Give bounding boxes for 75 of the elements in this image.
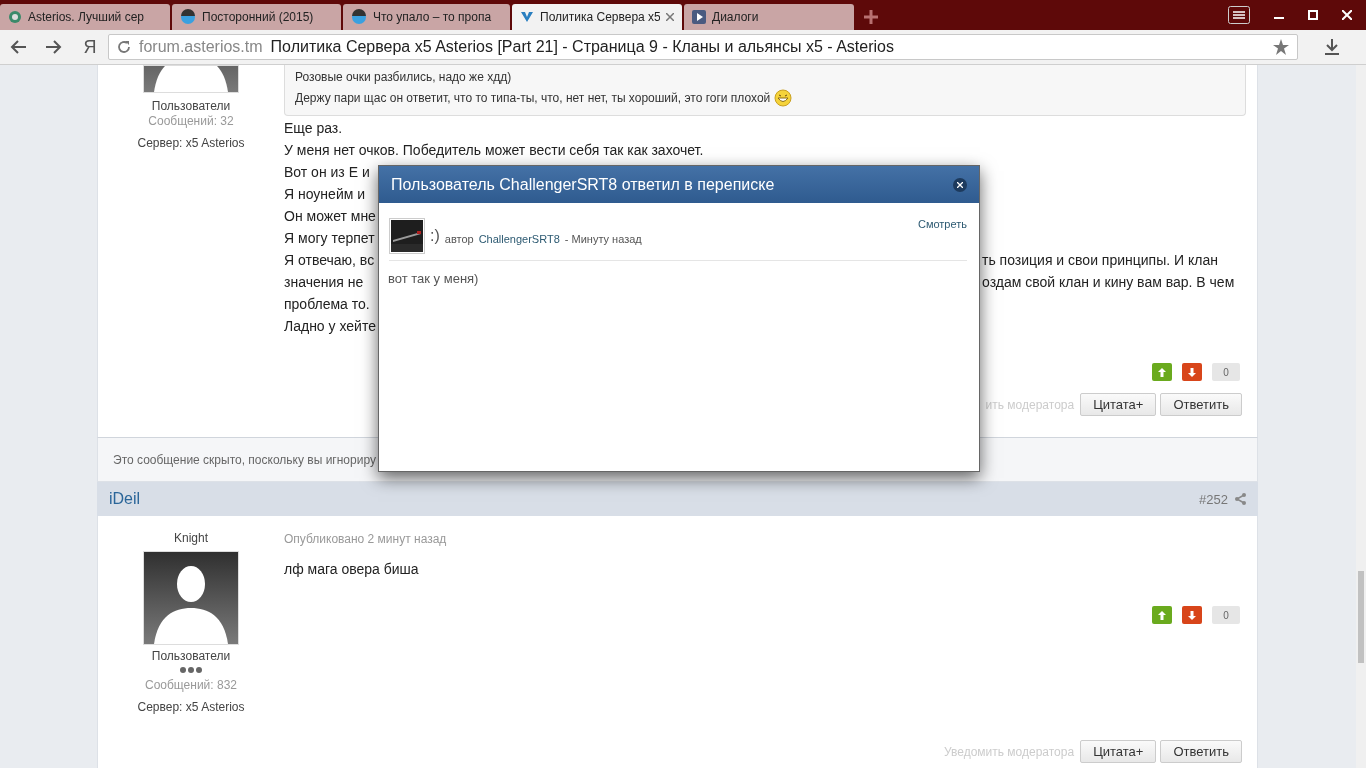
server-label: Сервер: x5 Asterios [137, 700, 245, 715]
download-icon [1323, 38, 1341, 56]
play-icon [692, 10, 706, 24]
forward-icon [46, 40, 62, 54]
post-text: Он может мне [284, 207, 376, 226]
scrollbar[interactable] [1356, 65, 1366, 768]
back-icon [10, 40, 26, 54]
browser-tab[interactable]: Диалоги [684, 4, 854, 30]
arrow-down-icon [1188, 610, 1196, 620]
reload-icon[interactable] [117, 40, 131, 54]
new-tab-icon[interactable] [864, 10, 878, 24]
user-group: Пользователи [151, 99, 231, 113]
reputation-count: 0 [1212, 363, 1240, 381]
star-icon[interactable] [1273, 39, 1289, 55]
post-text: оздам свой клан и кину вам вар. В чем [982, 273, 1235, 292]
reply-button[interactable]: Ответить [1160, 393, 1242, 416]
server-label: Сервер: x5 Asterios [137, 136, 245, 150]
reputation-count: 0 [1212, 606, 1240, 625]
rank-dots-icon [179, 666, 203, 675]
vote-down-button[interactable] [1182, 606, 1202, 625]
reply-button[interactable]: Ответить [1160, 740, 1242, 764]
browser-tab[interactable]: Посторонний (2015) [172, 4, 341, 30]
url-page-title: Политика Сервера x5 Asterios [Part 21] - Страница 9 - Кланы и альянсы x5 - Asterios [270, 38, 895, 56]
post-text: проблема то. [284, 295, 370, 314]
message-title: :) [430, 227, 440, 245]
maximize-icon[interactable] [1308, 10, 1318, 20]
view-link[interactable]: Смотреть [917, 218, 967, 230]
author-label: автор [444, 233, 474, 245]
post-count: Сообщений: 832 [145, 678, 237, 693]
laughing-smiley-icon [774, 89, 793, 107]
message-time: - Минуту назад [564, 233, 642, 245]
face-icon [351, 9, 367, 25]
face-icon [180, 9, 196, 25]
browser-tab[interactable]: Что упало – то пропа [343, 4, 510, 30]
post-text: Я ноунейм и [284, 185, 366, 204]
arrow-up-icon [1158, 610, 1166, 620]
user-group: Пользователи [151, 649, 231, 664]
author-link[interactable]: iDeil [109, 490, 141, 509]
vote-down-button[interactable] [1182, 363, 1202, 381]
post-text: Вот он из Е и [284, 163, 370, 182]
close-button[interactable] [953, 177, 967, 192]
dialog-title: Пользователь ChallengerSRT8 ответил в переписке [391, 175, 775, 194]
browser-tab[interactable]: Asterios. Лучший сер [0, 4, 170, 30]
post-text: ть позиция и свои принципы. И клан [982, 251, 1218, 270]
post-count: Сообщений: 32 [148, 114, 234, 128]
post-date: Опубликовано 2 минут назад [284, 532, 448, 547]
hidden-post-notice: Это сообщение скрыто, поскольку вы игнориру [113, 452, 376, 467]
quote-text: Держу пари щас он ответит, что то типа-ты, что, нет нет, ты хороший, это гоги плохой [295, 90, 771, 106]
post-text: лф мага овера биша [284, 560, 420, 580]
quote-button[interactable]: Цитата+ [1080, 393, 1157, 416]
browser-tab[interactable]: Политика Сервера x5 [512, 4, 682, 30]
post-text: Я могу терпет [284, 229, 375, 248]
globe-icon [8, 10, 22, 24]
arrow-down-icon [1188, 367, 1196, 377]
avatar-silhouette-icon [143, 551, 239, 646]
arrow-up-icon [1158, 367, 1166, 377]
vote-up-button[interactable] [1152, 363, 1172, 381]
user-link[interactable]: ChallengerSRT8 [478, 233, 560, 245]
close-icon [957, 181, 963, 188]
yandex-button[interactable]: Я [72, 32, 108, 62]
share-icon[interactable] [1234, 493, 1246, 506]
user-rank: Knight [174, 531, 208, 546]
vote-up-button[interactable] [1152, 606, 1172, 625]
post-text: Ладно у хейте [284, 317, 376, 336]
post-text: Я отвечаю, вс [284, 251, 375, 270]
post-text: значения не [284, 273, 364, 292]
url-domain: forum.asterios.tm [139, 38, 263, 56]
address-field[interactable]: forum.asterios.tm Политика Сервера x5 Asterios [Part 21] - Страница 9 - Кланы и альянсы x5 - Asterios [108, 34, 1298, 60]
quote-button[interactable]: Цитата+ [1080, 740, 1157, 764]
post-text: Еще раз. [284, 119, 343, 138]
check-logo-icon [520, 10, 534, 24]
post-text: У меня нет очков. Победитель может вести себя так как захочет. [284, 141, 704, 160]
message-text: вот так у меня) [388, 271, 480, 286]
quote-text: Розовые очки разбились, надо же хдд) [295, 69, 512, 85]
menu-icon[interactable] [1228, 6, 1250, 24]
